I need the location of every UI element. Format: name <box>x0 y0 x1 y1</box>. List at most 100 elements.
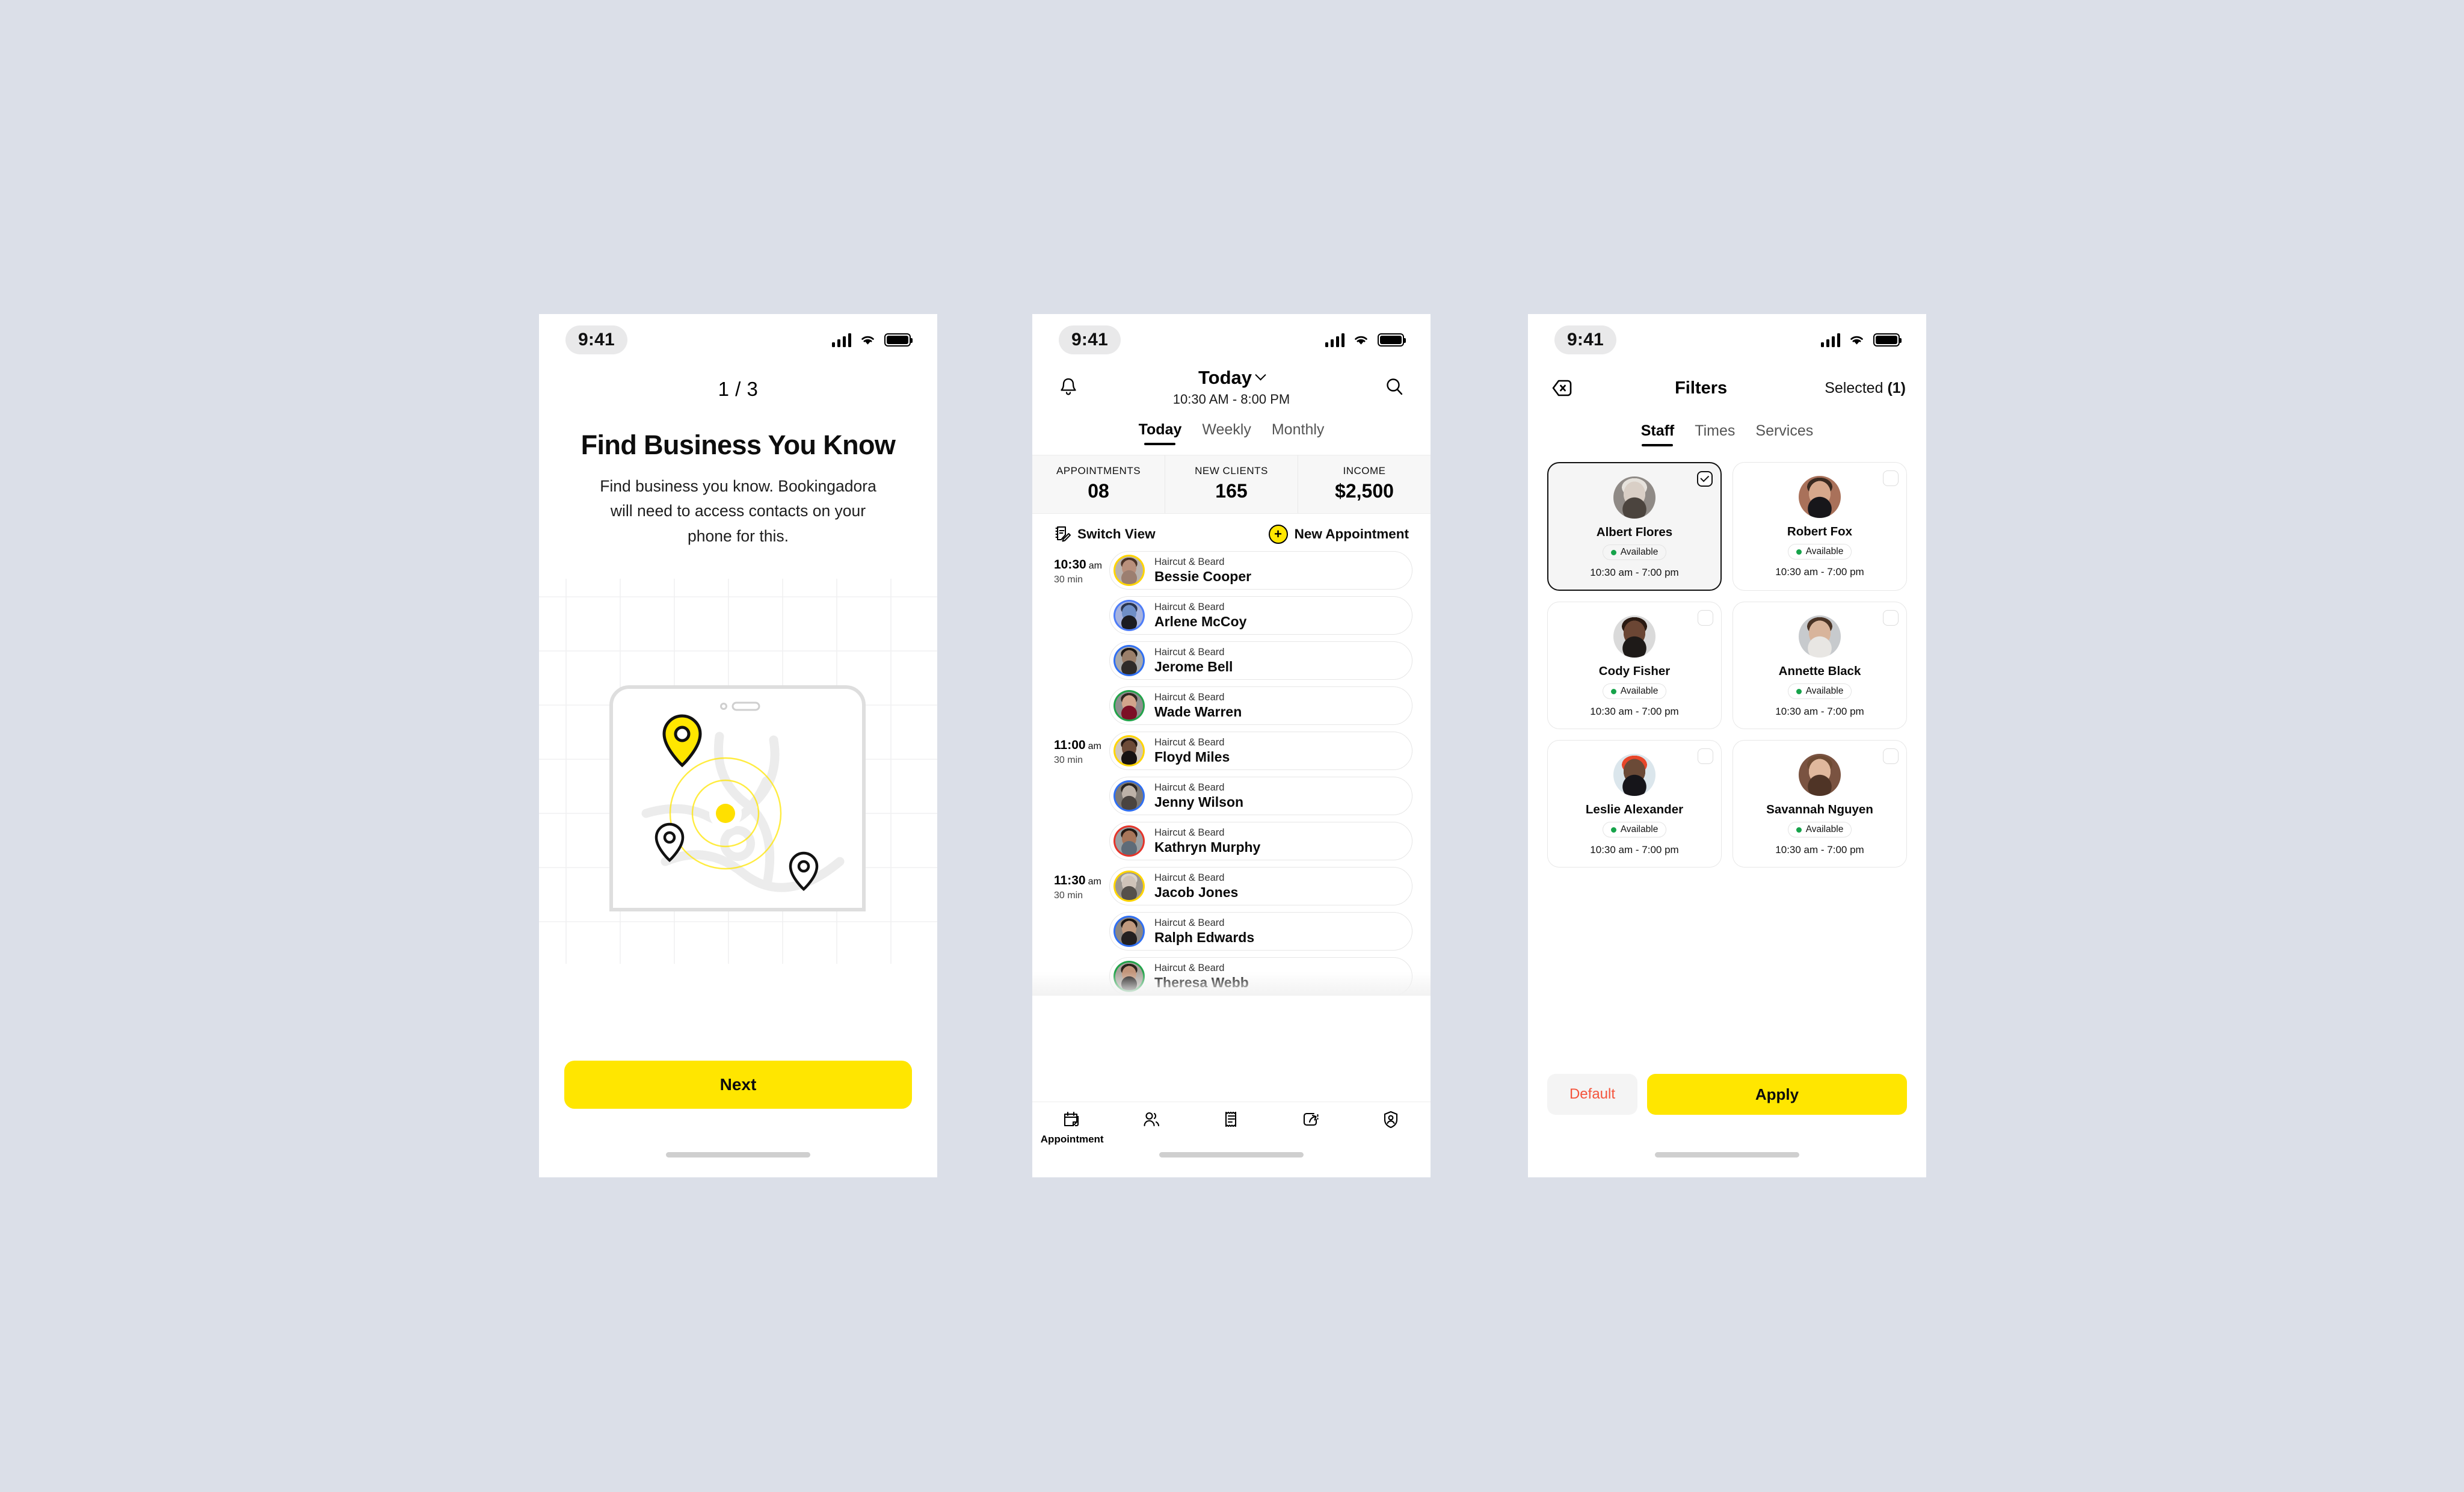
filter-actions: Default Apply <box>1547 1074 1907 1115</box>
appointment-card[interactable]: Haircut & Beard Jenny Wilson <box>1109 777 1412 815</box>
checkbox-icon[interactable] <box>1883 748 1899 764</box>
appointment-card[interactable]: Haircut & Beard Wade Warren <box>1109 686 1412 725</box>
map-location-illustration <box>539 566 937 976</box>
tab-invoices[interactable] <box>1192 1109 1271 1133</box>
appointment-service: Haircut & Beard <box>1154 691 1225 703</box>
staff-name: Robert Fox <box>1787 525 1853 538</box>
appointment-row[interactable]: Haircut & Beard Jenny Wilson <box>1032 777 1431 815</box>
appointment-card[interactable]: Haircut & Beard Bessie Cooper <box>1109 551 1412 590</box>
staff-card[interactable]: Annette Black Available 10:30 am - 7:00 pm <box>1732 602 1907 729</box>
view-tabs: Today Weekly Monthly <box>1054 421 1409 449</box>
appointment-meta: Haircut & Beard Ralph Edwards <box>1154 917 1254 946</box>
stat-value: $2,500 <box>1335 480 1394 502</box>
onboarding-description: Find business you know. Bookingadora wil… <box>600 477 876 545</box>
staff-hours: 10:30 am - 7:00 pm <box>1590 844 1679 855</box>
home-indicator[interactable] <box>666 1152 810 1158</box>
checkbox-icon[interactable] <box>1883 610 1899 626</box>
tab-services[interactable]: Services <box>1755 422 1813 446</box>
status-badge: Available <box>1602 544 1667 560</box>
appointment-service: Haircut & Beard <box>1154 646 1225 658</box>
switch-view-button[interactable]: Switch View <box>1054 525 1156 543</box>
appointment-list[interactable]: 10:30 am 30 min Haircut & Beard Bessie Coope… <box>1032 551 1431 996</box>
checkbox-icon[interactable] <box>1698 748 1713 764</box>
appointment-service: Haircut & Beard <box>1154 736 1225 748</box>
next-button[interactable]: Next <box>564 1061 912 1109</box>
tab-weekly[interactable]: Weekly <box>1202 421 1251 445</box>
appointments-title: Today <box>1198 366 1252 388</box>
tab-times[interactable]: Times <box>1695 422 1735 446</box>
appointment-row[interactable]: Haircut & Beard Jerome Bell <box>1032 641 1431 680</box>
appointment-row[interactable]: Haircut & Beard Kathryn Murphy <box>1032 822 1431 860</box>
staff-hours: 10:30 am - 7:00 pm <box>1590 706 1679 717</box>
status-text: Available <box>1805 546 1844 556</box>
close-back-icon[interactable] <box>1548 374 1577 402</box>
appointment-row[interactable]: Haircut & Beard Wade Warren <box>1032 686 1431 725</box>
bell-icon[interactable] <box>1054 372 1083 401</box>
staff-card[interactable]: Robert Fox Available 10:30 am - 7:00 pm <box>1732 462 1907 591</box>
appointment-card[interactable]: Haircut & Beard Jacob Jones <box>1109 867 1412 905</box>
home-indicator[interactable] <box>1655 1152 1799 1158</box>
apply-button[interactable]: Apply <box>1647 1074 1907 1115</box>
avatar <box>1113 780 1145 812</box>
status-indicators <box>831 333 913 347</box>
staff-card[interactable]: Leslie Alexander Available 10:30 am - 7:00… <box>1547 740 1722 868</box>
date-selector[interactable]: Today 10:30 AM - 8:00 PM <box>1083 367 1380 407</box>
appointment-row[interactable]: Haircut & Beard Arlene McCoy <box>1032 596 1431 635</box>
staff-card[interactable]: Savannah Nguyen Available 10:30 am - 7:00 … <box>1732 740 1907 868</box>
appointment-client-name: Jenny Wilson <box>1154 794 1244 810</box>
tab-appointment[interactable]: Appointment <box>1032 1109 1112 1145</box>
profile-shield-icon <box>1384 1111 1397 1129</box>
home-indicator[interactable] <box>1159 1152 1304 1158</box>
appointment-duration: 30 min <box>1054 755 1083 765</box>
tab-clients[interactable] <box>1112 1109 1191 1133</box>
staff-name: Leslie Alexander <box>1585 803 1684 816</box>
promo-share-icon <box>1304 1112 1319 1126</box>
checkbox-icon[interactable] <box>1698 610 1713 626</box>
plus-circle-icon: + <box>1268 525 1288 544</box>
appointment-row[interactable]: Haircut & Beard Ralph Edwards <box>1032 912 1431 951</box>
staff-name: Annette Black <box>1778 664 1861 678</box>
status-dot-icon <box>1610 827 1616 833</box>
tab-staff[interactable]: Staff <box>1641 422 1675 446</box>
staff-card[interactable]: Cody Fisher Available 10:30 am - 7:00 pm <box>1547 602 1722 729</box>
appointment-row[interactable]: 10:30 am 30 min Haircut & Beard Bessie Coope… <box>1032 551 1431 590</box>
switch-view-label: Switch View <box>1077 526 1156 541</box>
appointment-row[interactable]: 11:00 am 30 min Haircut & Beard Floyd Miles <box>1032 732 1431 770</box>
appointment-meta: Haircut & Beard Kathryn Murphy <box>1154 827 1260 855</box>
staff-hours: 10:30 am - 7:00 pm <box>1775 706 1864 717</box>
appointment-card[interactable]: Haircut & Beard Arlene McCoy <box>1109 596 1412 635</box>
avatar <box>1113 690 1145 721</box>
avatar <box>1613 615 1656 658</box>
tab-monthly[interactable]: Monthly <box>1272 421 1325 445</box>
stat-new-clients: NEW CLIENTS 165 <box>1165 455 1298 513</box>
appointments-subtitle: 10:30 AM - 8:00 PM <box>1172 391 1290 407</box>
selected-count-label[interactable]: Selected (1) <box>1825 380 1906 397</box>
appointment-card[interactable]: Haircut & Beard Jerome Bell <box>1109 641 1412 680</box>
new-appointment-button[interactable]: + New Appointment <box>1268 525 1409 544</box>
receipt-invoice-icon <box>1225 1111 1237 1127</box>
default-button[interactable]: Default <box>1547 1074 1637 1115</box>
appointment-meta: Haircut & Beard Jerome Bell <box>1154 647 1233 675</box>
tab-profile[interactable] <box>1351 1109 1431 1133</box>
onboarding-pager: 1 / 3 <box>718 378 759 400</box>
checkbox-icon[interactable] <box>1883 470 1899 486</box>
stat-value: 08 <box>1088 480 1109 502</box>
staff-card[interactable]: Albert Flores Available 10:30 am - 7:00 pm <box>1547 462 1722 591</box>
appointment-row[interactable]: 11:30 am 30 min Haircut & Beard Jacob Jones <box>1032 867 1431 905</box>
appointment-card[interactable]: Haircut & Beard Kathryn Murphy <box>1109 822 1412 860</box>
appointment-card[interactable]: Haircut & Beard Floyd Miles <box>1109 732 1412 770</box>
search-icon[interactable] <box>1380 372 1409 401</box>
appointment-client-name: Ralph Edwards <box>1154 929 1255 945</box>
appointment-time <box>1054 596 1109 603</box>
appointment-client-name: Floyd Miles <box>1154 748 1230 765</box>
phone-screen-filters: 9:41 Filters Selected (1) Staff Times Se… <box>1528 314 1926 1177</box>
tab-today[interactable]: Today <box>1139 421 1182 445</box>
status-bar: 9:41 <box>1528 314 1926 366</box>
appointment-service: Haircut & Beard <box>1154 917 1225 928</box>
appointment-card[interactable]: Haircut & Beard Ralph Edwards <box>1109 912 1412 951</box>
checkbox-checked-icon[interactable] <box>1697 471 1713 487</box>
canvas: 9:41 1 / 3 Find Business You Know Find b… <box>0 0 2464 1492</box>
avatar <box>1113 916 1145 947</box>
tab-promotions[interactable] <box>1271 1109 1351 1133</box>
calendar-appointment-icon <box>1064 1111 1079 1127</box>
